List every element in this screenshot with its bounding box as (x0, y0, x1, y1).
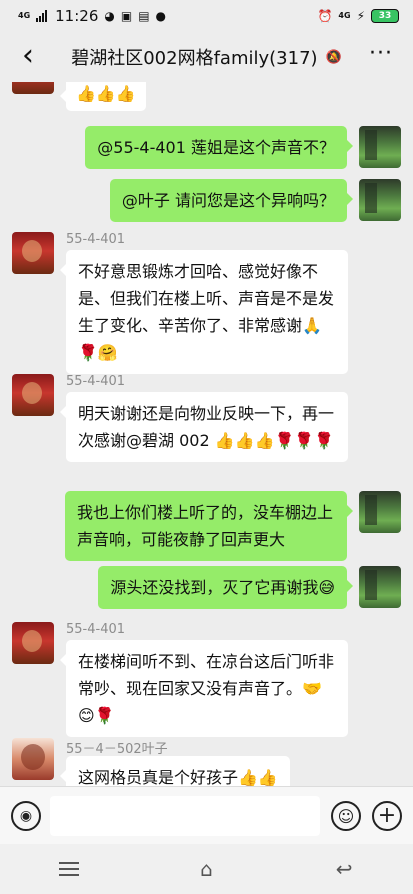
bell-off-icon: 🔕 (325, 49, 342, 65)
sender-name: 55-4-401 (66, 374, 126, 389)
message-bubble[interactable]: @叶子 请问您是这个异响吗？ (109, 179, 354, 222)
message-text: 不好意思锻炼才回哈、感觉好像不是、但我们在楼上听、声音是不是发生了变化、辛苦你了… (78, 262, 335, 362)
message-bubble[interactable]: @55-4-401 莲姐是这个声音不？ (85, 126, 353, 169)
message-text: 这网格员真是个好孩子👍👍 (78, 768, 278, 786)
voice-icon[interactable]: ◉ (11, 801, 41, 831)
avatar[interactable] (12, 232, 54, 274)
chat-title-wrap: 碧湖社区002网格family(317) 🔕 (71, 44, 342, 70)
avatar[interactable] (359, 491, 401, 533)
message-text: 👍👍👍 (76, 84, 136, 103)
message-text: @55-4-401 莲姐是这个声音不？ (97, 138, 335, 157)
avatar[interactable] (359, 126, 401, 168)
network-type: 4G (18, 11, 31, 20)
chat-area[interactable]: 👍👍👍 @55-4-401 莲姐是这个声音不？ @叶子 请问您是这个异响吗？ 5… (0, 82, 413, 786)
message-bubble[interactable]: 在楼梯间听不到、在凉台这后门听非常吵、现在回家又没有声音了。🤝😊🌹 (60, 640, 348, 737)
image-icon: ▤ (138, 9, 150, 23)
qq-icon: ◕ (104, 9, 115, 23)
input-bar: ◉ ☺ + (0, 786, 413, 844)
message-input[interactable] (50, 796, 320, 836)
message-bubble[interactable]: 明天谢谢还是向物业反映一下，再一次感谢@碧湖 002 👍👍👍🌹🌹🌹 (60, 392, 348, 462)
menu-icon[interactable] (49, 854, 89, 884)
system-nav-bar: ⌂ ↩ (0, 844, 413, 894)
message-bubble[interactable]: 👍👍👍 (60, 82, 146, 111)
more-button[interactable]: ··· (363, 39, 399, 75)
message-bubble[interactable]: 不好意思锻炼才回哈、感觉好像不是、但我们在楼上听、声音是不是发生了变化、辛苦你了… (60, 250, 348, 374)
message-bubble[interactable]: 我也上你们楼上听了的，没车棚边上声音响，可能夜静了回声更大 (65, 491, 353, 561)
battery-icon: 33 (371, 9, 399, 23)
message-text: 源头还没找到，灭了它再谢我😅 (110, 578, 335, 597)
chat-header: ‹ 碧湖社区002网格family(317) 🔕 ··· (0, 32, 413, 82)
message-text: 明天谢谢还是向物业反映一下，再一次感谢@碧湖 002 👍👍👍🌹🌹🌹 (78, 404, 335, 450)
status-left: 4G 11:26 ◕ ▣ ▤ ● (18, 7, 166, 25)
message-text: 我也上你们楼上听了的，没车棚边上声音响，可能夜静了回声更大 (77, 503, 334, 549)
network-type-right: 4G (338, 11, 351, 20)
plus-icon[interactable]: + (372, 801, 402, 831)
avatar[interactable] (12, 738, 54, 780)
notification-box-icon: ▣ (120, 9, 133, 23)
home-icon[interactable]: ⌂ (186, 854, 226, 884)
status-right: ⏰ 4G ⚡ 33 (317, 9, 399, 23)
chat-title: 碧湖社区002网格family(317) (71, 48, 318, 69)
sender-name: 55-4-401 (66, 232, 126, 247)
avatar[interactable] (12, 82, 54, 94)
message-bubble[interactable]: 这网格员真是个好孩子👍👍 (60, 756, 290, 786)
avatar[interactable] (359, 179, 401, 221)
emoji-icon[interactable]: ☺ (331, 801, 361, 831)
avatar[interactable] (359, 566, 401, 608)
avatar[interactable] (12, 622, 54, 664)
message-bubble[interactable]: 源头还没找到，灭了它再谢我😅 (98, 566, 353, 609)
back-icon[interactable]: ↩ (324, 854, 364, 884)
alarm-icon: ⏰ (317, 9, 333, 23)
status-time: 11:26 (55, 7, 99, 25)
sender-name: 55－4－502叶子 (66, 742, 168, 757)
avatar[interactable] (12, 374, 54, 416)
status-bar: 4G 11:26 ◕ ▣ ▤ ● ⏰ 4G ⚡ 33 (0, 0, 413, 32)
message-text: @叶子 请问您是这个异响吗？ (121, 191, 335, 210)
signal-icon (36, 10, 48, 22)
back-chevron-icon[interactable]: ‹ (10, 39, 46, 75)
message-text: 在楼梯间听不到、在凉台这后门听非常吵、现在回家又没有声音了。🤝😊🌹 (78, 652, 335, 725)
message-icon: ● (155, 9, 167, 23)
sender-name: 55-4-401 (66, 622, 126, 637)
charging-icon: ⚡ (356, 9, 365, 23)
